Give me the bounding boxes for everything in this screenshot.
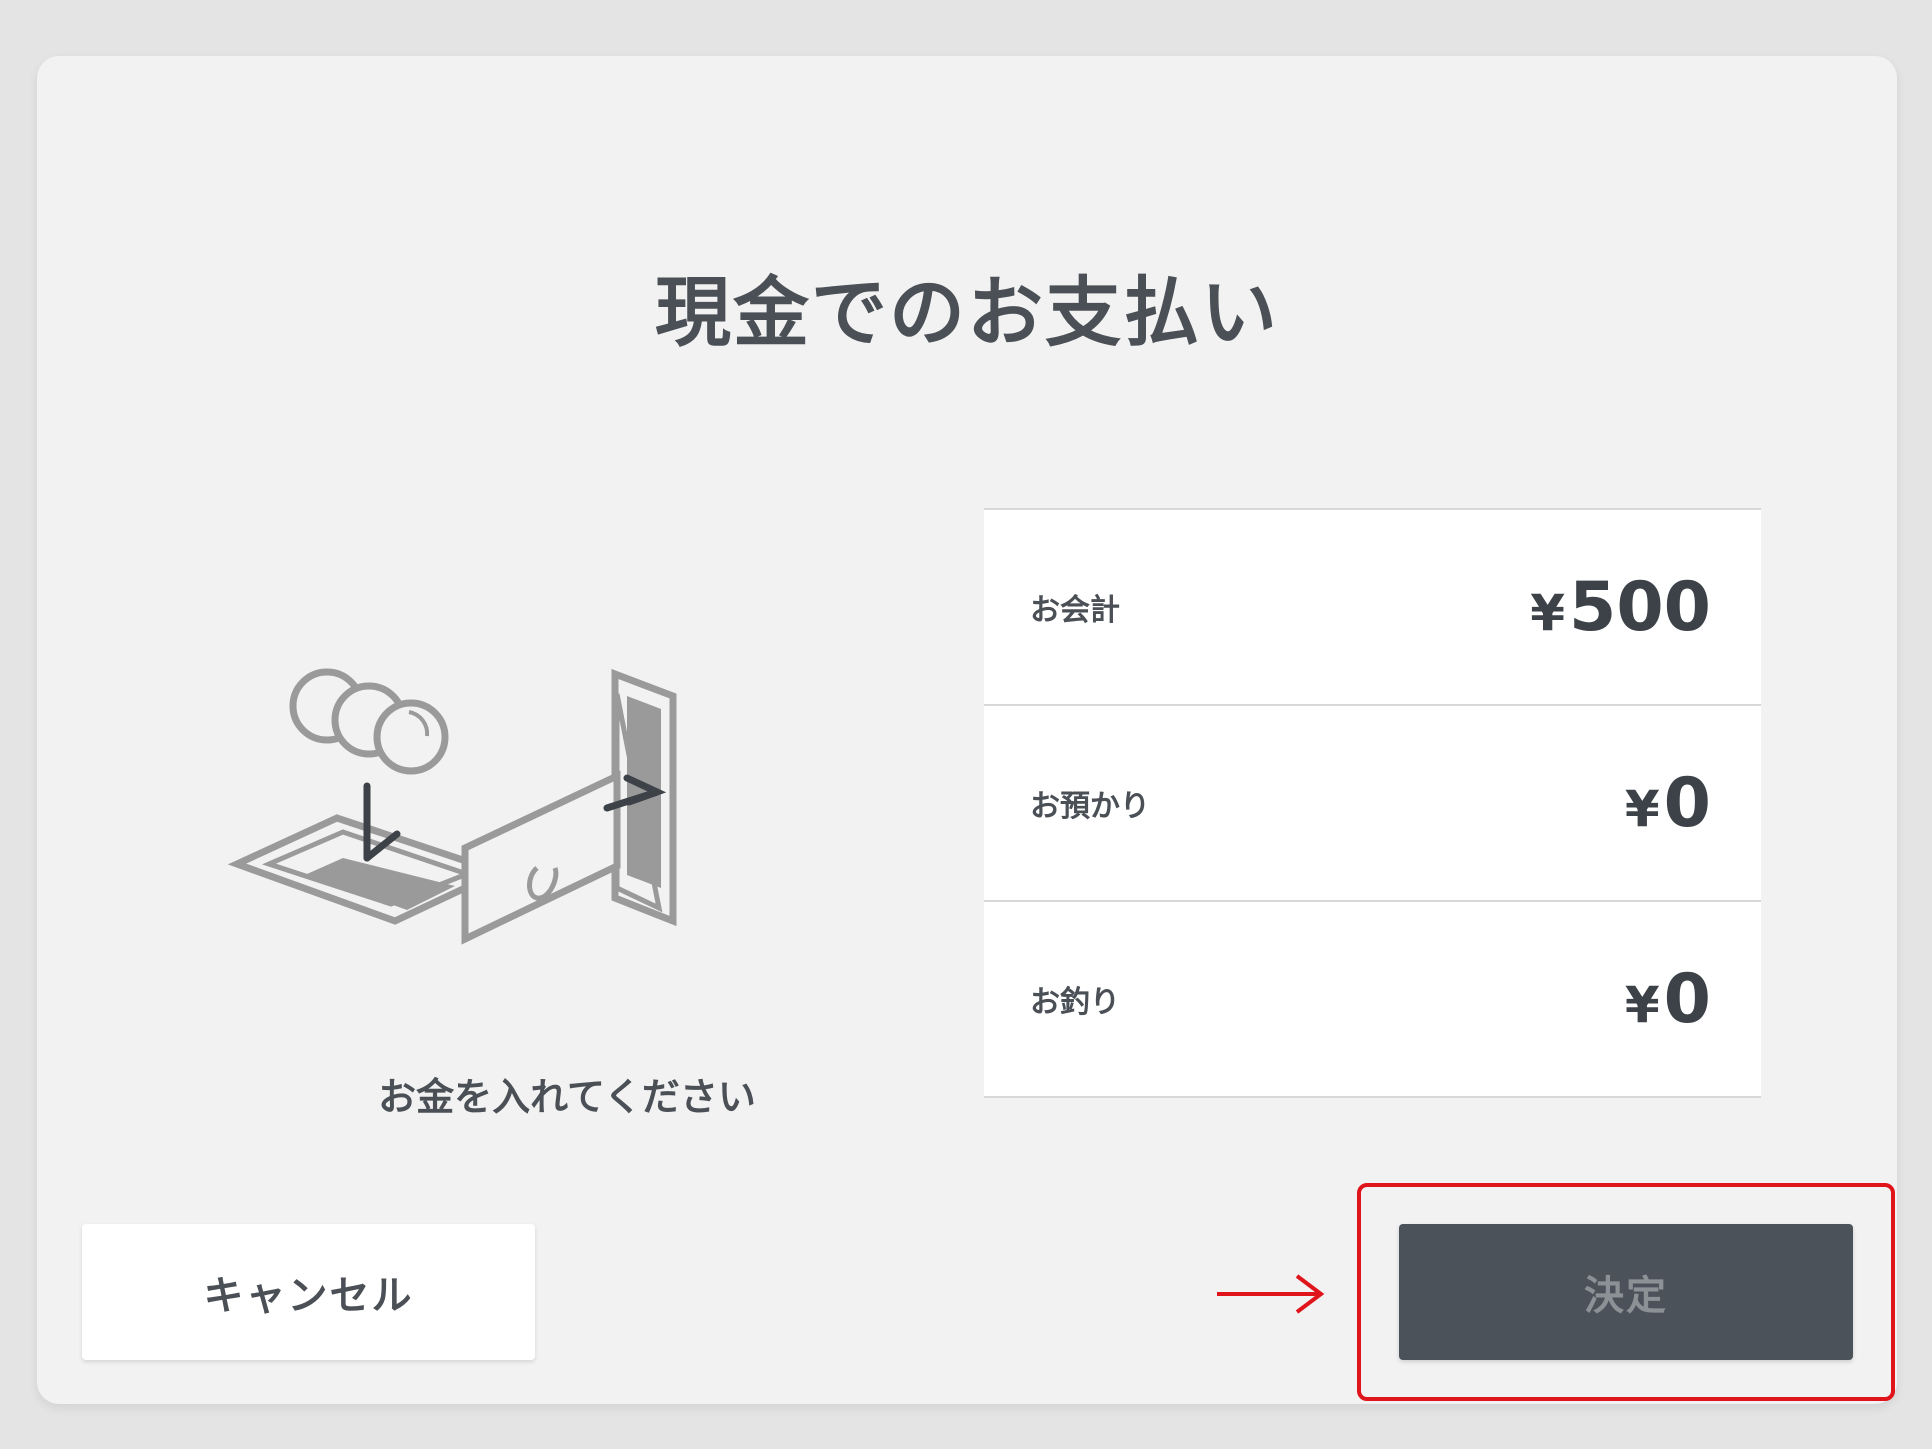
received-label: お預かり <box>1030 789 1150 824</box>
summary-row-total: お会計 ¥ 500 <box>984 510 1761 706</box>
page-title: 現金でのお支払い <box>655 268 1279 357</box>
bill-slot-icon <box>461 668 677 945</box>
total-value: 500 <box>1569 567 1711 647</box>
yen-symbol: ¥ <box>1624 779 1660 838</box>
right-arrow-icon <box>1217 1274 1325 1314</box>
yen-symbol: ¥ <box>1530 583 1566 642</box>
change-amount: ¥ 0 <box>1625 960 1711 1039</box>
received-amount: ¥ 0 <box>1625 764 1711 843</box>
cash-insert-illustration <box>227 668 677 945</box>
change-label: お釣り <box>1030 985 1120 1020</box>
summary-row-received: お預かり ¥ 0 <box>984 706 1761 902</box>
summary-row-change: お釣り ¥ 0 <box>984 902 1761 1098</box>
change-value: 0 <box>1663 959 1711 1039</box>
total-amount: ¥ 500 <box>1530 568 1711 647</box>
payment-dialog: 現金でのお支払い お金を入れてください お会計 ¥ 500 お預かり ¥ 0 お… <box>37 56 1897 1404</box>
payment-summary: お会計 ¥ 500 お預かり ¥ 0 お釣り ¥ 0 <box>984 508 1761 1098</box>
confirm-button[interactable]: 決定 <box>1399 1224 1853 1360</box>
cancel-button[interactable]: キャンセル <box>82 1224 535 1360</box>
yen-symbol: ¥ <box>1624 975 1660 1034</box>
received-value: 0 <box>1663 763 1711 843</box>
total-label: お会計 <box>1030 593 1120 628</box>
insert-money-instruction: お金を入れてください <box>378 1075 756 1119</box>
